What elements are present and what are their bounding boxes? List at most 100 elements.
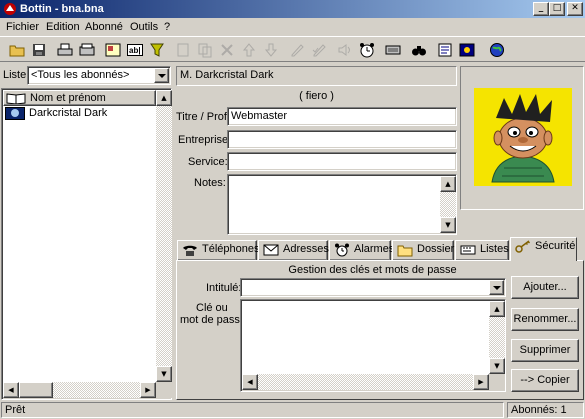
company-label: Entreprise: [178, 134, 232, 146]
chevron-down-icon [493, 286, 501, 290]
sound-button[interactable] [334, 39, 356, 61]
title-field[interactable]: Webmaster [227, 107, 457, 126]
list-dropdown-button[interactable] [154, 68, 169, 83]
contact-photo[interactable] [474, 88, 572, 186]
toolbar: ab| [0, 36, 585, 62]
password-label-line1: Clé ou [196, 302, 228, 314]
delete-button[interactable] [216, 39, 238, 61]
edit-button[interactable] [286, 39, 308, 61]
add-key-button[interactable]: Ajouter... [511, 276, 579, 299]
horizontal-scroll-thumb[interactable] [19, 382, 53, 398]
menu-edition[interactable]: Edition [46, 18, 80, 36]
up-arrow-icon [242, 43, 256, 57]
print-button[interactable] [54, 39, 76, 61]
password-scroll-down-icon[interactable]: ▼ [489, 358, 505, 374]
print-preview-button[interactable] [76, 39, 98, 61]
service-label: Service: [188, 156, 228, 168]
list-vertical-scrollbar[interactable]: ▲ ▼ [156, 90, 172, 382]
notes-scroll-up-icon[interactable]: ▲ [440, 176, 456, 192]
password-vertical-scrollbar[interactable]: ▲ ▼ [489, 301, 505, 374]
password-label-line2: mot de passe: [180, 314, 250, 326]
move-up-button[interactable] [238, 39, 260, 61]
down-arrow-icon [264, 43, 278, 57]
close-button[interactable]: ✕ [567, 2, 583, 16]
edit-icon [291, 44, 304, 57]
minimize-button[interactable]: _ [533, 2, 549, 16]
person-icon [5, 107, 25, 120]
move-down-button[interactable] [260, 39, 282, 61]
maximize-button[interactable]: □ [549, 2, 565, 16]
menu-fichier[interactable]: Fichier [6, 18, 39, 36]
tab-listes-label: Listes [480, 243, 509, 255]
open-button[interactable] [6, 39, 28, 61]
status-message: Prêt [1, 402, 504, 418]
tab-alarmes-label: Alarmes [354, 243, 395, 255]
scroll-down-arrow-icon[interactable]: ▼ [156, 366, 172, 382]
edit-check-icon [312, 44, 326, 57]
keyboard-icon [385, 45, 401, 55]
tab-alarmes[interactable]: Alarmes [329, 240, 395, 260]
globe-icon [490, 43, 504, 57]
notes-field[interactable]: ▲ ▼ [227, 174, 457, 235]
tab-listes[interactable]: Listes [455, 240, 509, 260]
tab-telephones[interactable]: Téléphones [177, 240, 260, 260]
record-name: M. Darkcristal Dark [176, 66, 457, 86]
clock-button[interactable] [356, 39, 378, 61]
service-field[interactable] [227, 152, 457, 171]
alarm-clock-icon [335, 243, 349, 257]
intitule-dropdown-button[interactable] [489, 280, 504, 295]
notes-scroll-down-icon[interactable]: ▼ [440, 217, 456, 233]
edit-check-button[interactable] [308, 39, 330, 61]
password-horizontal-scrollbar[interactable]: ◀ ▶ [242, 374, 489, 390]
copy-key-button[interactable]: --> Copier [511, 369, 579, 392]
password-textarea[interactable]: ▲ ▼ ◀ ▶ [240, 299, 506, 392]
scroll-corner [156, 382, 172, 398]
list-item-name: Darkcristal Dark [29, 107, 108, 119]
notes-button[interactable] [434, 39, 456, 61]
new-button[interactable] [172, 39, 194, 61]
password-scroll-left-icon[interactable]: ◀ [242, 374, 258, 390]
scroll-right-arrow-icon[interactable]: ▶ [140, 382, 156, 398]
text-field-button[interactable]: ab| [124, 39, 146, 61]
intitule-select[interactable] [240, 278, 506, 297]
app-icon[interactable] [3, 2, 17, 16]
new-icon [177, 43, 189, 57]
tab-adresses-label: Adresses [283, 243, 329, 255]
keyboard-button[interactable] [382, 39, 404, 61]
filter-icon [150, 43, 164, 57]
menu-abonne[interactable]: Abonné [85, 18, 123, 36]
filter-button[interactable] [146, 39, 168, 61]
list-column-header[interactable]: Nom et prénom [3, 90, 156, 106]
password-scroll-right-icon[interactable]: ▶ [473, 374, 489, 390]
company-field[interactable] [227, 130, 457, 149]
menu-outils[interactable]: Outils [130, 18, 158, 36]
delete-key-button[interactable]: Supprimer [511, 339, 579, 362]
subscriber-list[interactable]: Nom et prénom Darkcristal Dark ▲ ▼ ◀ ▶ [1, 88, 172, 400]
folder-icon [397, 245, 413, 257]
notes-scrollbar[interactable]: ▲ ▼ [440, 176, 456, 233]
menu-help[interactable]: ? [164, 18, 170, 36]
save-button[interactable] [28, 39, 50, 61]
tab-dossier[interactable]: Dossier [392, 240, 454, 260]
scroll-up-arrow-icon[interactable]: ▲ [156, 90, 172, 106]
tab-adresses[interactable]: Adresses [258, 240, 329, 260]
card-button[interactable] [102, 39, 124, 61]
password-scroll-up-icon[interactable]: ▲ [489, 301, 505, 317]
rename-key-button[interactable]: Renommer... [511, 308, 579, 331]
photo-button[interactable] [456, 39, 478, 61]
internet-button[interactable] [486, 39, 508, 61]
phone-icon [183, 245, 197, 256]
search-button[interactable] [408, 39, 430, 61]
scroll-left-arrow-icon[interactable]: ◀ [3, 382, 19, 398]
avatar [474, 88, 572, 186]
print-preview-icon [79, 43, 95, 56]
photo-icon [459, 43, 475, 57]
title-label: Titre / Prof: [176, 111, 230, 123]
tab-securite[interactable]: Sécurité [510, 237, 577, 261]
sound-icon [338, 44, 350, 56]
copy-button[interactable] [194, 39, 216, 61]
list-horizontal-scrollbar[interactable]: ◀ ▶ [3, 382, 156, 398]
list-item[interactable]: Darkcristal Dark [3, 106, 156, 121]
list-selector[interactable]: <Tous les abonnés> [27, 66, 171, 85]
title-bar: Bottin - bna.bna _ □ ✕ [0, 0, 585, 18]
